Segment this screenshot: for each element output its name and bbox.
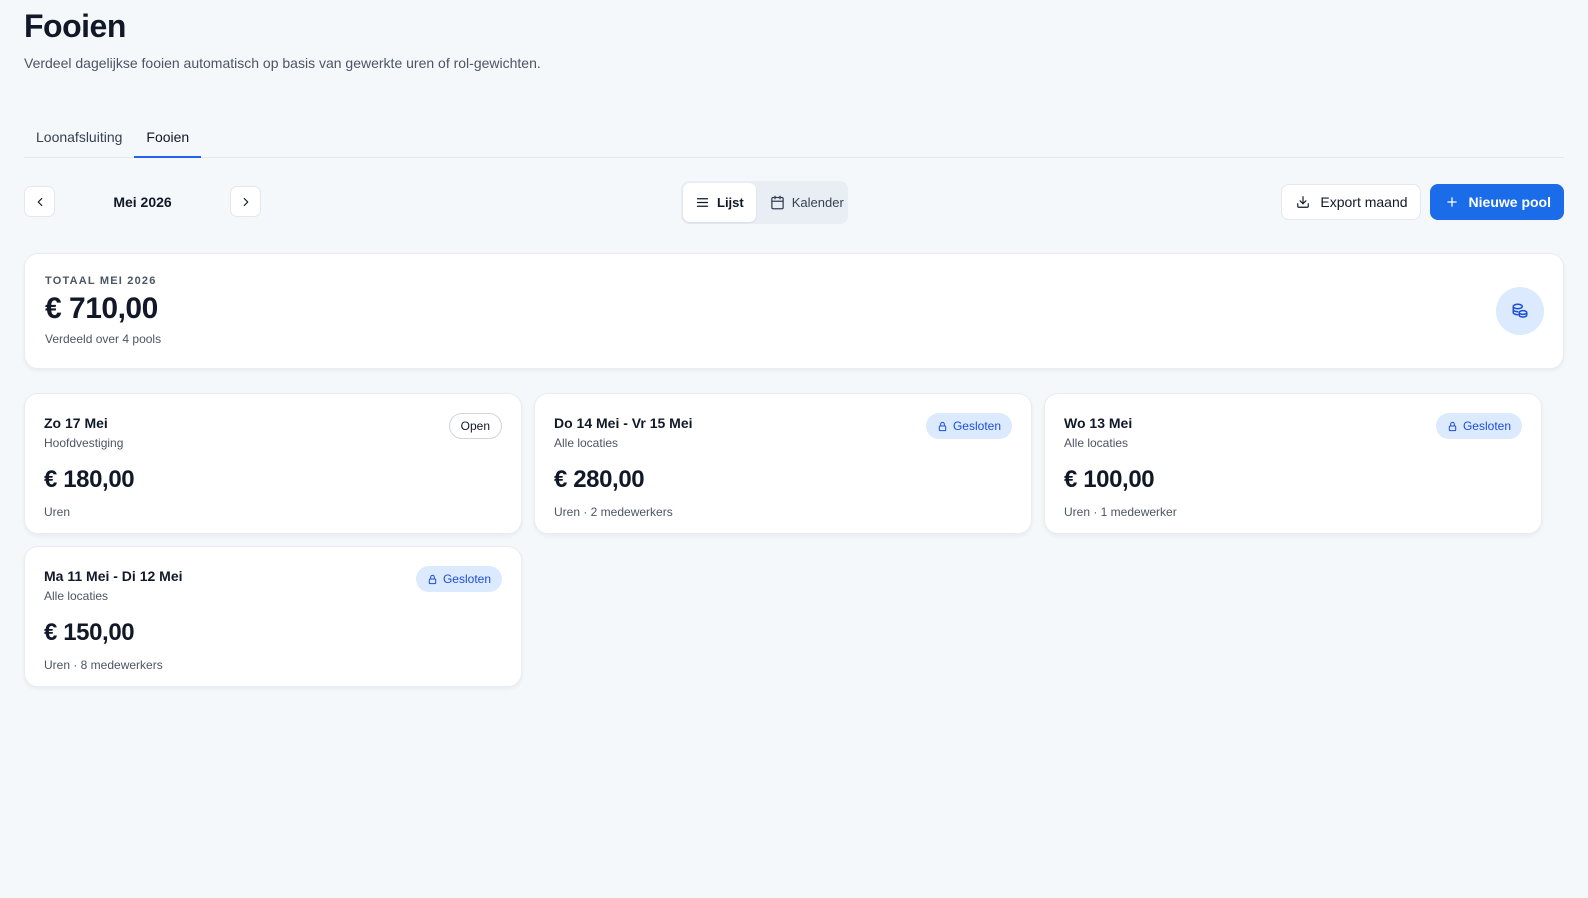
calendar-icon <box>770 195 784 210</box>
view-list-label: Lijst <box>717 195 744 210</box>
previous-month-button[interactable] <box>24 186 55 217</box>
current-month-label: Mei 2026 <box>113 193 172 210</box>
pool-grid: Zo 17 Mei Hoofdvestiging € 180,00 Uren O… <box>24 393 1564 687</box>
page-title: Fooien <box>24 8 126 44</box>
download-icon <box>1297 196 1310 208</box>
pool-card[interactable]: Wo 13 Mei Alle locaties € 100,00 Uren · … <box>1044 393 1542 534</box>
chevron-left-icon <box>37 197 42 206</box>
pool-meta: Uren · 8 medewerkers <box>44 658 163 672</box>
total-label: TOTAAL MEI 2026 <box>45 275 157 287</box>
tab-bar: Loonafsluiting Fooien <box>24 120 1564 158</box>
pool-card[interactable]: Ma 11 Mei - Di 12 Mei Alle locaties € 15… <box>24 546 522 687</box>
page-subtitle: Verdeel dagelijkse fooien automatisch op… <box>24 55 541 71</box>
total-amount: € 710,00 <box>45 292 158 325</box>
status-badge: Open <box>448 413 502 439</box>
monthly-total-card: TOTAAL MEI 2026 € 710,00 Verdeeld over 4… <box>24 253 1564 369</box>
plus-icon <box>1446 197 1457 207</box>
coins-icon <box>1496 287 1544 335</box>
tab-fooien[interactable]: Fooien <box>134 120 202 158</box>
pool-date: Zo 17 Mei <box>44 415 108 431</box>
pool-amount: € 150,00 <box>44 619 135 646</box>
next-month-button[interactable] <box>230 186 261 217</box>
export-month-button[interactable]: Export maand <box>1281 184 1421 220</box>
pool-meta: Uren · 2 medewerkers <box>554 505 673 519</box>
pool-meta: Uren <box>44 505 71 519</box>
page: Fooien Verdeel dagelijkse fooien automat… <box>0 0 1588 898</box>
view-list-button[interactable]: Lijst <box>683 183 756 222</box>
status-badge-label: Gesloten <box>1462 419 1511 433</box>
chevron-right-icon <box>243 197 248 206</box>
list-icon <box>696 198 709 207</box>
pool-amount: € 280,00 <box>554 466 645 493</box>
view-calendar-label: Kalender <box>791 195 844 210</box>
new-pool-button[interactable]: Nieuwe pool <box>1429 184 1564 220</box>
status-badge: Gesloten <box>415 566 502 592</box>
view-toggle: Lijst Kalender <box>681 181 848 224</box>
status-badge: Gesloten <box>1435 413 1522 439</box>
status-badge-label: Gesloten <box>952 419 1001 433</box>
month-navigation: Mei 2026 <box>24 186 261 217</box>
total-subtext: Verdeeld over 4 pools <box>45 332 162 346</box>
status-badge-label: Open <box>460 419 490 433</box>
pool-amount: € 100,00 <box>1064 466 1155 493</box>
export-month-label: Export maand <box>1320 194 1408 210</box>
lock-icon <box>938 421 947 431</box>
status-badge: Gesloten <box>925 413 1012 439</box>
pool-card[interactable]: Zo 17 Mei Hoofdvestiging € 180,00 Uren O… <box>24 393 522 534</box>
status-badge-label: Gesloten <box>442 572 491 586</box>
lock-icon <box>1448 421 1457 431</box>
pool-amount: € 180,00 <box>44 466 135 493</box>
view-calendar-button[interactable]: Kalender <box>758 183 856 222</box>
toolbar: Mei 2026 Lijst Kalender Export maand Nie… <box>24 181 1564 225</box>
lock-icon <box>428 574 437 584</box>
pool-meta: Uren · 1 medewerker <box>1064 505 1177 519</box>
new-pool-label: Nieuwe pool <box>1468 194 1551 210</box>
pool-card[interactable]: Do 14 Mei - Vr 15 Mei Alle locaties € 28… <box>534 393 1032 534</box>
tab-loonafsluiting[interactable]: Loonafsluiting <box>24 120 134 158</box>
pool-location: Hoofdvestiging <box>44 436 124 450</box>
toolbar-actions: Export maand Nieuwe pool <box>1281 184 1564 220</box>
